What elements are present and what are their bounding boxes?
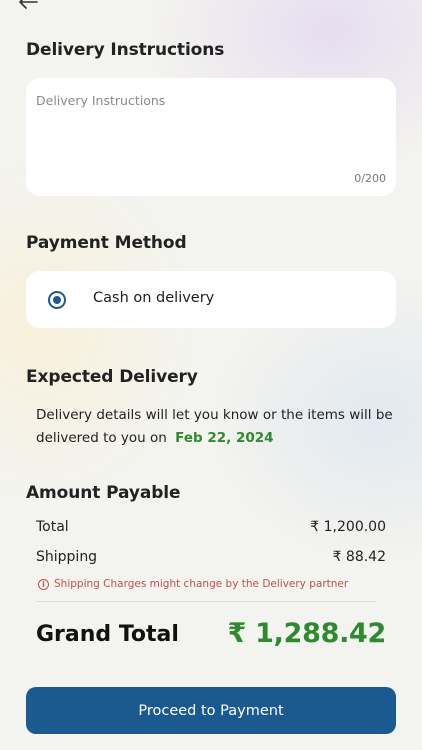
radio-selected-icon[interactable] — [48, 291, 66, 309]
shipping-note-text: Shipping Charges might change by the Del… — [54, 578, 349, 590]
total-row: Total ₹ 1,200.00 — [36, 519, 386, 535]
expected-delivery-text: Delivery details will let you know or th… — [36, 404, 396, 450]
info-icon: i — [38, 578, 49, 590]
payment-option-label: Cash on delivery — [93, 290, 215, 306]
character-counter: 0/200 — [354, 172, 386, 185]
divider — [36, 601, 376, 602]
shipping-value: ₹ 88.42 — [332, 549, 386, 565]
shipping-label: Shipping — [36, 549, 98, 565]
shipping-note: i Shipping Charges might change by the D… — [38, 578, 348, 590]
expected-delivery-title: Expected Delivery — [26, 367, 198, 387]
delivery-instructions-input[interactable] — [26, 78, 396, 196]
proceed-to-payment-button[interactable]: Proceed to Payment — [26, 687, 396, 734]
back-arrow-icon[interactable] — [18, 0, 38, 10]
amount-payable-title: Amount Payable — [26, 483, 181, 503]
grand-total-label: Grand Total — [36, 622, 179, 647]
grand-total-value: ₹ 1,288.42 — [227, 618, 387, 649]
shipping-row: Shipping ₹ 88.42 — [36, 549, 386, 565]
total-value: ₹ 1,200.00 — [310, 519, 386, 535]
total-label: Total — [36, 519, 69, 535]
delivery-instructions-card: 0/200 — [26, 78, 396, 196]
payment-option-cash-on-delivery[interactable]: Cash on delivery — [26, 271, 396, 328]
payment-method-title: Payment Method — [26, 233, 187, 253]
expected-delivery-date: Feb 22, 2024 — [175, 430, 274, 446]
delivery-instructions-title: Delivery Instructions — [26, 40, 225, 60]
